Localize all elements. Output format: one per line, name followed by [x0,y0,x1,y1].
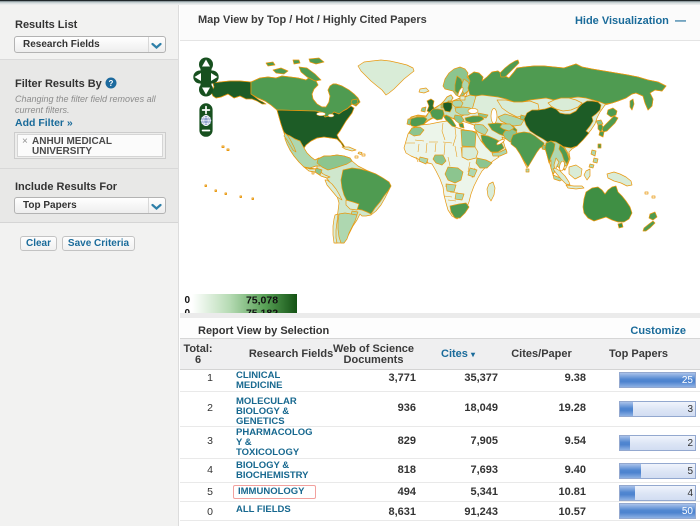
svg-text:75,078: 75,078 [246,295,278,307]
svg-text:0: 0 [184,295,190,306]
svg-text:?: ? [108,79,113,88]
